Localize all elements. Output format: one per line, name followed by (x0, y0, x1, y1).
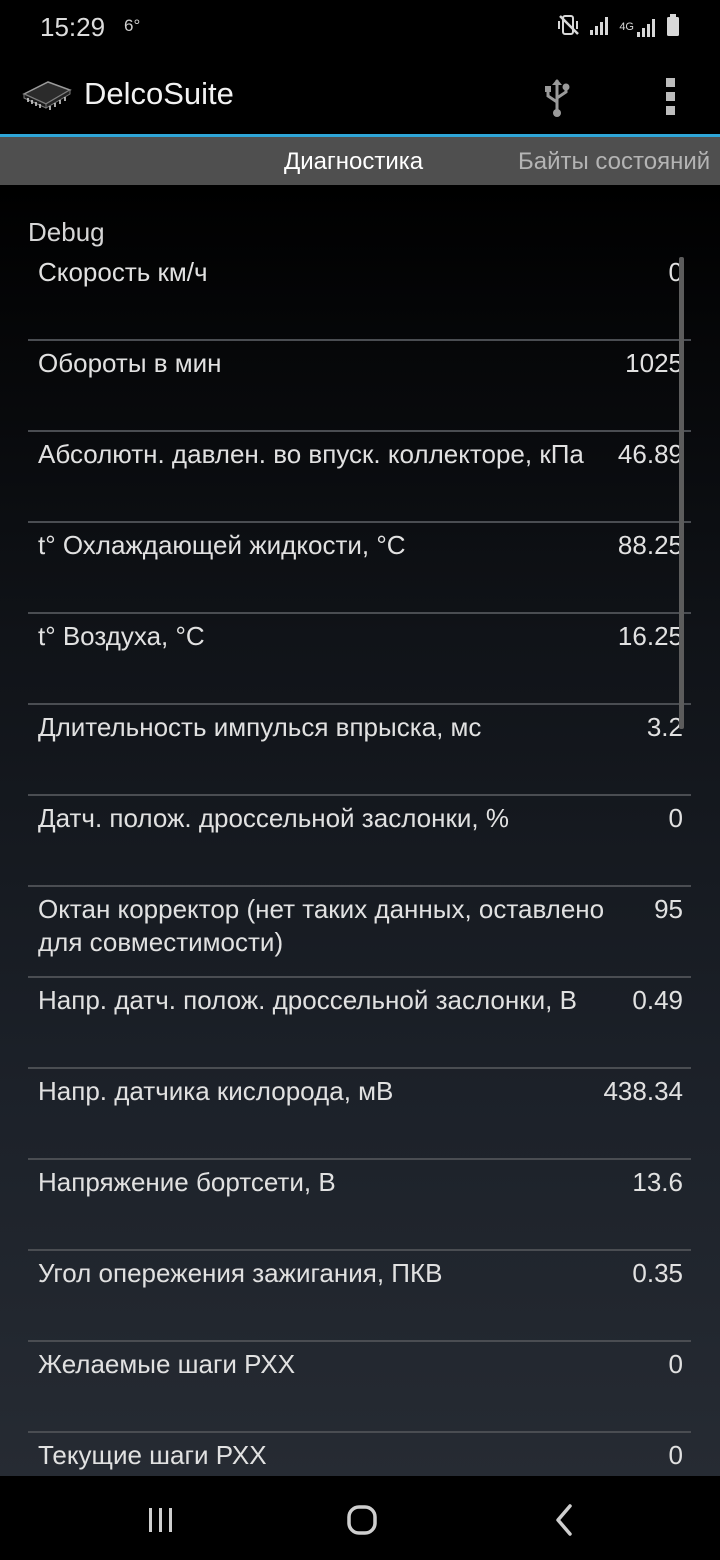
parameter-label: Скорость км/ч (38, 257, 208, 287)
list-item[interactable]: t° Охлаждающей жидкости, °C 88.25 (28, 523, 691, 614)
app-title: DelcoSuite (84, 76, 234, 111)
list-item[interactable]: Датч. полож. дроссельной заслонки, % 0 (28, 796, 691, 887)
parameter-value: 46.89 (617, 439, 683, 469)
status-icons: 4G (557, 13, 680, 42)
mute-vibrate-icon (557, 13, 581, 42)
parameter-label: Напр. датчика кислорода, мВ (38, 1076, 394, 1106)
parameter-value: 88.25 (617, 530, 683, 560)
parameter-label: Датч. полож. дроссельной заслонки, % (38, 803, 509, 833)
parameter-value: 438.34 (603, 1076, 683, 1106)
list-item[interactable]: Желаемые шаги РХХ 0 (28, 1342, 691, 1433)
parameter-value: 13.6 (632, 1167, 683, 1197)
network-type-label: 4G (619, 20, 634, 33)
parameter-label: Октан корректор (нет таких данных, остав… (38, 894, 605, 957)
parameter-label: t° Охлаждающей жидкости, °C (38, 530, 406, 560)
list-item[interactable]: Длительность импулься впрыска, мс 3.2 (28, 705, 691, 796)
list-item[interactable]: t° Воздуха, °C 16.25 (28, 614, 691, 705)
list-item[interactable]: Угол опережения зажигания, ПКВ 0.35 (28, 1251, 691, 1342)
parameter-label: Напр. датч. полож. дроссельной заслонки,… (38, 985, 577, 1015)
parameter-value: 3.2 (646, 712, 683, 742)
parameter-label: Абсолютн. давлен. во впуск. коллекторе, … (38, 439, 584, 469)
parameter-value: 0.49 (632, 985, 683, 1015)
parameter-value: 16.25 (617, 621, 683, 651)
list-item[interactable]: Текущие шаги РХХ 0 (28, 1433, 691, 1476)
list-item[interactable]: Скорость км/ч 0 (28, 250, 691, 341)
parameter-label: Угол опережения зажигания, ПКВ (38, 1258, 443, 1288)
parameter-label: t° Воздуха, °C (38, 621, 205, 651)
signal-icon (589, 14, 611, 41)
tab-status-bytes[interactable]: Байты состояний (518, 137, 710, 185)
parameter-value: 0 (668, 803, 683, 833)
recent-apps-icon[interactable] (139, 1498, 183, 1542)
parameter-value: 0 (668, 1440, 683, 1470)
parameter-label: Желаемые шаги РХХ (38, 1349, 296, 1379)
parameter-label: Текущие шаги РХХ (38, 1440, 267, 1470)
back-icon[interactable] (542, 1498, 586, 1542)
usb-icon[interactable] (536, 76, 578, 118)
parameter-label: Напряжение бортсети, В (38, 1167, 336, 1197)
parameter-value: 1025 (625, 348, 683, 378)
app-bar: DelcoSuite (0, 54, 720, 134)
parameter-value: 0 (668, 1349, 683, 1379)
temperature-notification: 6° (124, 16, 141, 35)
parameter-value: 0.35 (632, 1258, 683, 1288)
status-time: 15:29 (40, 12, 106, 42)
list-item[interactable]: Напряжение бортсети, В 13.6 (28, 1160, 691, 1251)
navigation-bar (0, 1476, 720, 1560)
diagnostics-panel[interactable]: Debug Скорость км/ч 0 Обороты в мин 1025… (0, 185, 720, 1476)
list-item[interactable]: Обороты в мин 1025 (28, 341, 691, 432)
status-bar: 15:29 6° 4G (0, 0, 720, 54)
home-icon[interactable] (340, 1498, 384, 1542)
parameter-label: Обороты в мин (38, 348, 222, 378)
tab-strip: Диагностика Байты состояний (0, 137, 720, 185)
more-vert-icon[interactable] (654, 74, 688, 118)
parameter-list[interactable]: Скорость км/ч 0 Обороты в мин 1025 Абсол… (28, 250, 691, 1476)
section-title: Debug (28, 217, 105, 247)
4g-signal-icon: 4G (619, 16, 658, 38)
list-item[interactable]: Октан корректор (нет таких данных, остав… (28, 887, 691, 978)
chip-logo-icon (20, 76, 74, 115)
list-item[interactable]: Напр. датч. полож. дроссельной заслонки,… (28, 978, 691, 1069)
parameter-value: 95 (654, 894, 683, 924)
tab-diagnostics[interactable]: Диагностика (284, 137, 423, 185)
list-item[interactable]: Напр. датчика кислорода, мВ 438.34 (28, 1069, 691, 1160)
list-item[interactable]: Абсолютн. давлен. во впуск. коллекторе, … (28, 432, 691, 523)
scrollbar[interactable] (679, 257, 684, 729)
battery-icon (666, 13, 680, 42)
app-screen: 15:29 6° 4G DelcoSuite Диагностика Байты… (0, 0, 720, 1560)
parameter-label: Длительность импулься впрыска, мс (38, 712, 482, 742)
